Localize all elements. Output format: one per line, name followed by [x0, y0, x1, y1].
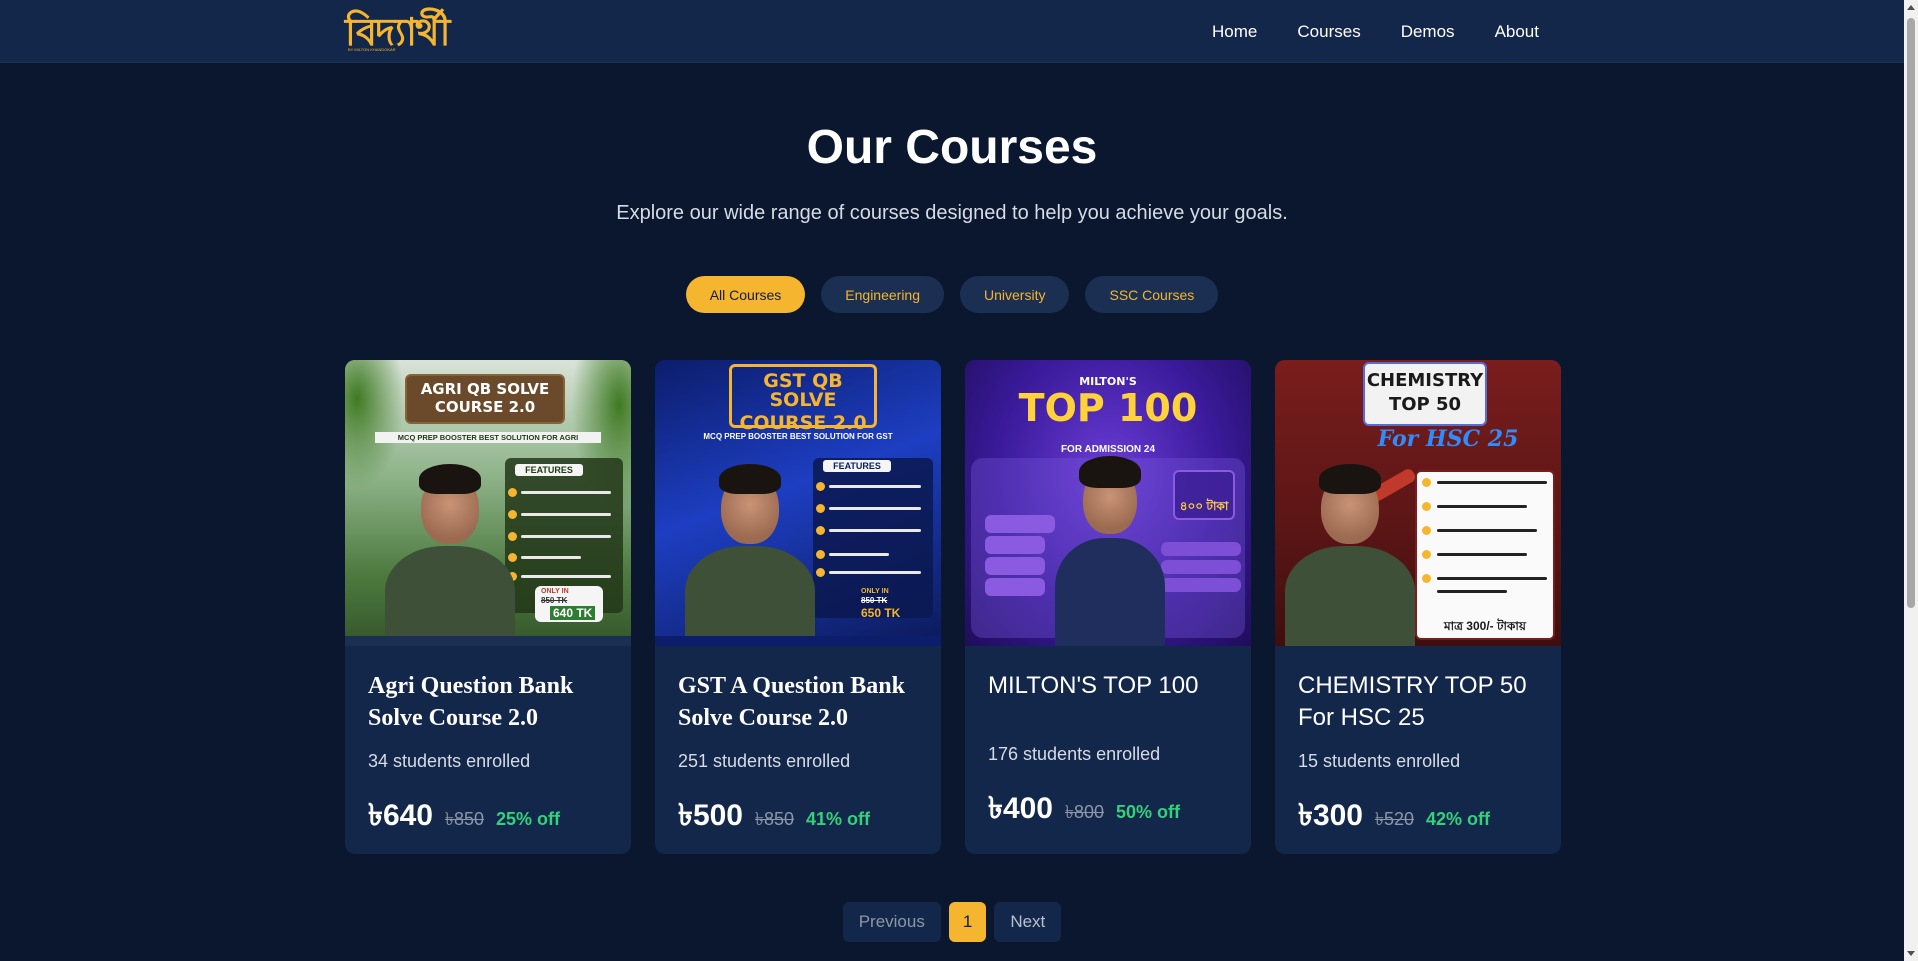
discount-badge: 42% off [1426, 809, 1491, 829]
logo-subtext: BY MILTON KHANDOKAR [348, 47, 396, 52]
poster-badge-top: ONLY IN [541, 588, 569, 595]
page-subtitle: Explore our wide range of courses design… [616, 202, 1288, 224]
course-grid: AGRI QB SOLVE COURSE 2.0 MCQ PREP BOOSTE… [345, 360, 1561, 854]
poster-tagline: MCQ PREP BOOSTER BEST SOLUTION FOR AGRI [375, 432, 601, 443]
poster-title-line1: CHEMISTRY [1366, 370, 1484, 391]
poster-title-line2: TOP 50 [1388, 394, 1462, 415]
scroll-thumb[interactable] [1907, 18, 1915, 608]
enrolled-count: 34 students enrolled [368, 751, 531, 771]
price-current: ৳500 [678, 799, 743, 832]
course-title[interactable]: GST A Question Bank Solve Course 2.0 [678, 670, 918, 734]
course-thumbnail[interactable]: GST QB SOLVE COURSE 2.0 MCQ PREP BOOSTER… [655, 360, 941, 646]
poster-tagline: MCQ PREP BOOSTER BEST SOLUTION FOR GST [703, 432, 893, 441]
nav-link-home[interactable]: Home [1212, 22, 1257, 42]
course-card[interactable]: CHEMISTRY TOP 50 For HSC 25 মাত্র 300/- … [1275, 360, 1561, 854]
course-title[interactable]: CHEMISTRY TOP 50 For HSC 25 [1298, 670, 1538, 734]
poster-features-label: FEATURES [823, 460, 891, 472]
page-number-button[interactable]: 1 [948, 902, 987, 942]
price-original: ৳850 [755, 809, 794, 829]
instructor-photo [685, 446, 815, 646]
price-current: ৳640 [368, 799, 433, 832]
course-card[interactable]: MILTON'S TOP 100 FOR ADMISSION 24 ৪০০ টা… [965, 360, 1251, 854]
course-thumbnail[interactable]: AGRI QB SOLVE COURSE 2.0 MCQ PREP BOOSTE… [345, 360, 631, 646]
enrolled-count: 176 students enrolled [988, 744, 1161, 764]
course-thumbnail[interactable]: CHEMISTRY TOP 50 For HSC 25 মাত্র 300/- … [1275, 360, 1561, 646]
discount-badge: 50% off [1116, 802, 1181, 822]
poster-title-line2: COURSE 2.0 [434, 398, 536, 416]
course-price: ৳300 ৳520 42% off [1298, 791, 1490, 842]
navbar: বিদ্যার্থী BY MILTON KHANDOKAR Home Cour… [0, 0, 1904, 63]
course-title[interactable]: Agri Question Bank Solve Course 2.0 [368, 670, 608, 734]
poster-badge-top: ONLY IN [861, 588, 889, 595]
poster-title-line1: AGRI QB SOLVE [420, 380, 550, 398]
price-original: ৳800 [1065, 802, 1104, 822]
poster-price-tag: ৪০০ টাকা [1179, 499, 1229, 513]
nav-link-demos[interactable]: Demos [1401, 22, 1455, 42]
poster-badge-old: 850 TK [541, 596, 568, 605]
poster-badge-new: 650 TK [861, 606, 901, 620]
price-original: ৳520 [1375, 809, 1414, 829]
poster-features-label: FEATURES [515, 464, 583, 476]
course-thumbnail[interactable]: MILTON'S TOP 100 FOR ADMISSION 24 ৪০০ টা… [965, 360, 1251, 646]
nav-links: Home Courses Demos About [1212, 0, 1539, 63]
enrolled-count: 251 students enrolled [678, 751, 851, 771]
instructor-photo [385, 446, 515, 646]
course-price: ৳400 ৳800 50% off [988, 784, 1180, 835]
page-scrollbar[interactable] [1904, 0, 1918, 961]
discount-badge: 25% off [496, 809, 561, 829]
filter-ssc-courses[interactable]: SSC Courses [1085, 276, 1219, 313]
page-title: Our Courses [806, 121, 1098, 174]
enrolled-count: 15 students enrolled [1298, 751, 1461, 771]
discount-badge: 41% off [806, 809, 871, 829]
nav-link-about[interactable]: About [1495, 22, 1539, 42]
filter-university[interactable]: University [960, 276, 1070, 313]
course-card[interactable]: AGRI QB SOLVE COURSE 2.0 MCQ PREP BOOSTE… [345, 360, 631, 854]
pagination: Previous 1 Next [0, 902, 1904, 942]
course-price: ৳640 ৳850 25% off [368, 791, 560, 842]
course-card[interactable]: GST QB SOLVE COURSE 2.0 MCQ PREP BOOSTER… [655, 360, 941, 854]
price-current: ৳300 [1298, 799, 1363, 832]
poster-price-tag: মাত্র 300/- টাকায় [1444, 619, 1526, 633]
logo-text: বিদ্যার্থী [345, 10, 451, 54]
price-current: ৳400 [988, 792, 1053, 825]
poster-title-line2: TOP 100 [1018, 386, 1198, 430]
course-filters: All Courses Engineering University SSC C… [0, 276, 1904, 313]
filter-engineering[interactable]: Engineering [821, 276, 945, 313]
scroll-down-arrow-icon[interactable] [1907, 951, 1915, 956]
poster-badge-new: 640 TK [550, 606, 596, 620]
previous-page-button[interactable]: Previous [842, 902, 941, 942]
course-price: ৳500 ৳850 41% off [678, 791, 870, 842]
nav-link-courses[interactable]: Courses [1297, 22, 1360, 42]
filter-all-courses[interactable]: All Courses [685, 276, 806, 313]
price-original: ৳850 [445, 809, 484, 829]
poster-badge-old: 850 TK [861, 596, 888, 605]
scroll-up-arrow-icon[interactable] [1907, 5, 1915, 10]
instructor-photo [1285, 446, 1415, 646]
site-logo[interactable]: বিদ্যার্থী BY MILTON KHANDOKAR [345, 10, 451, 54]
poster-title-line2: COURSE 2.0 [739, 412, 867, 434]
next-page-button[interactable]: Next [994, 902, 1062, 942]
poster-title-line1: GST QB SOLVE [763, 370, 843, 411]
course-title[interactable]: MILTON'S TOP 100 [988, 670, 1228, 702]
instructor-photo [1055, 446, 1165, 646]
